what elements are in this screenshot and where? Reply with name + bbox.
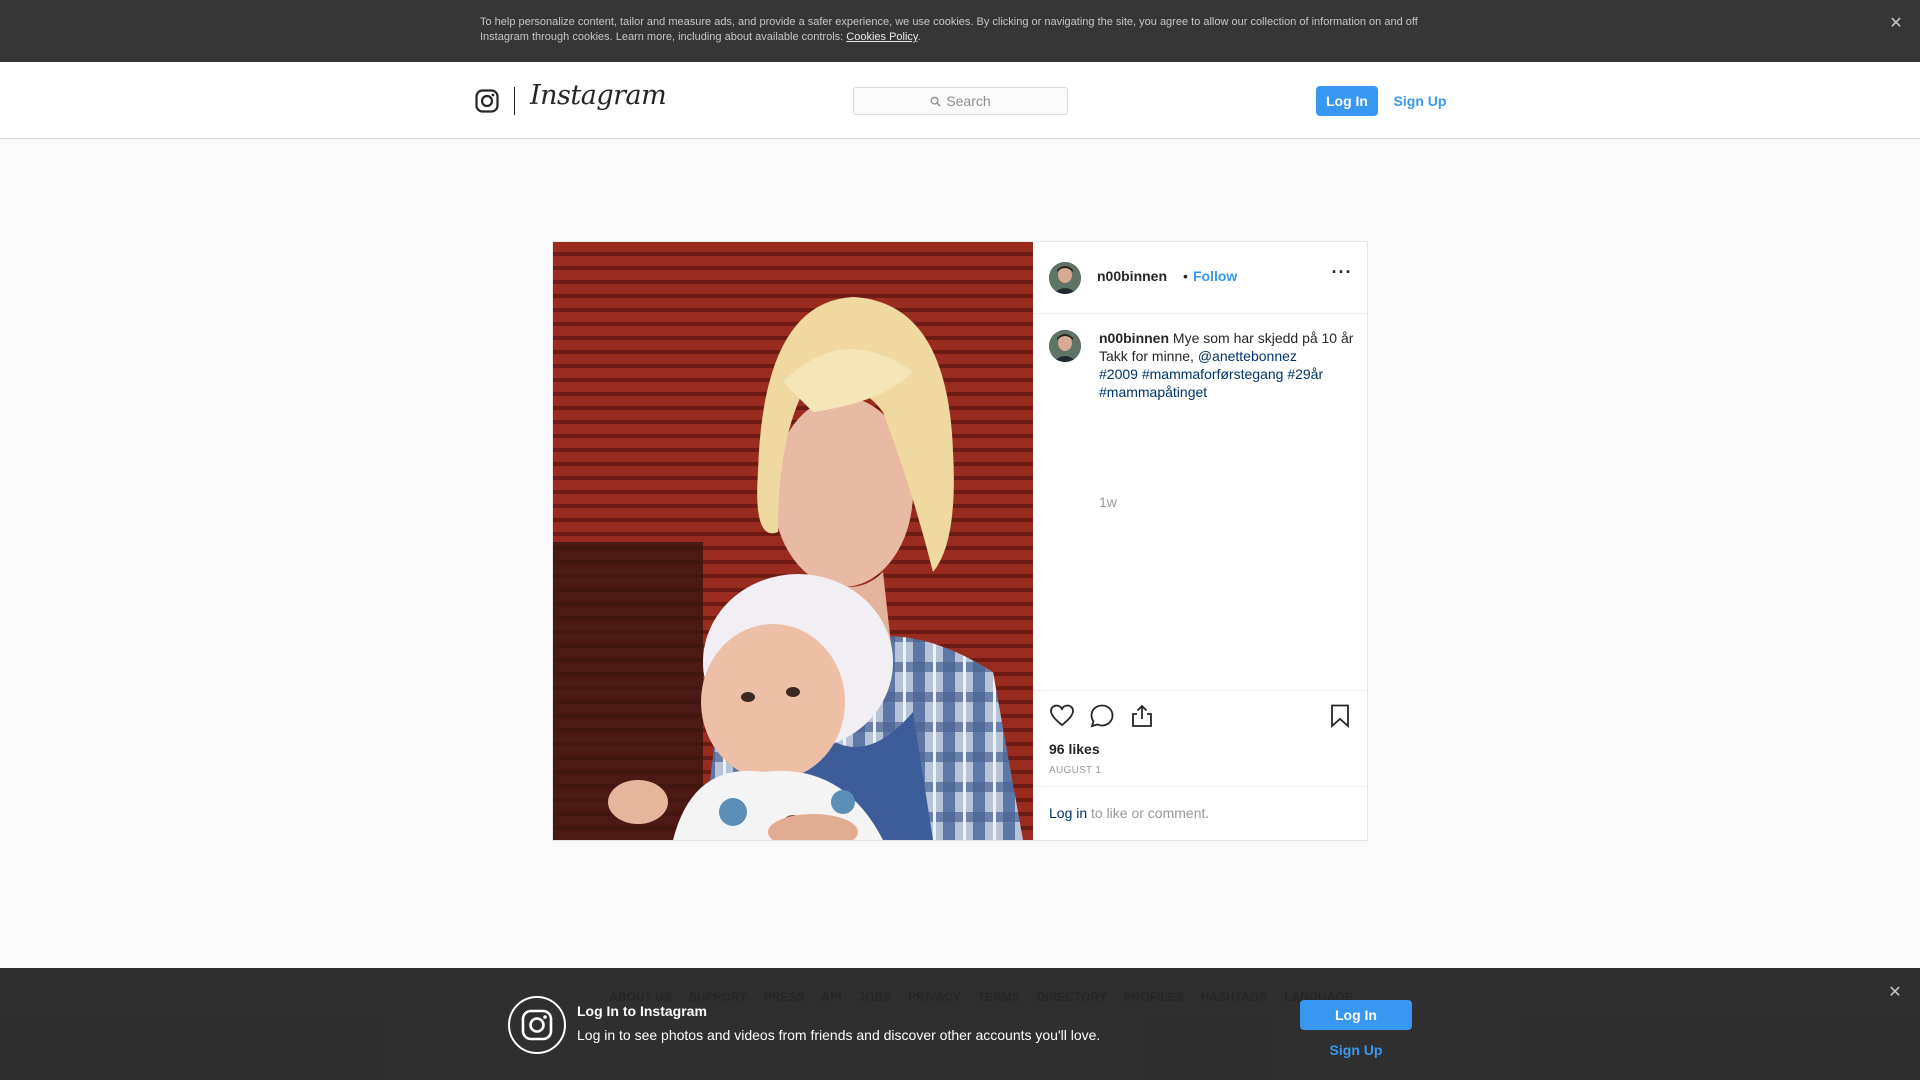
search-icon <box>930 96 941 107</box>
instagram-camera-glyph <box>521 1009 553 1041</box>
login-prompt-signup-button[interactable]: Sign Up <box>1300 1038 1412 1062</box>
footer-navigation: ABOUT US SUPPORT PRESS API JOBS PRIVACY … <box>0 990 1920 1010</box>
bookmark-icon <box>1331 704 1349 728</box>
hashtag[interactable]: #2009 <box>1099 366 1138 382</box>
more-options-button[interactable]: ··· <box>1331 263 1353 284</box>
comment-icon <box>1090 704 1114 728</box>
follow-button[interactable]: Follow <box>1193 268 1237 284</box>
likes-count[interactable]: 96 likes <box>1049 741 1100 757</box>
post-author-avatar[interactable] <box>1049 262 1081 294</box>
caption-author-avatar[interactable] <box>1049 330 1081 362</box>
top-navigation-bar: Instagram Search Log In Sign Up <box>0 62 1920 139</box>
cookie-banner-suffix: . <box>917 31 921 43</box>
instagram-camera-icon[interactable] <box>475 89 499 113</box>
footer-link-press[interactable]: PRESS <box>764 990 805 1010</box>
cookies-policy-link[interactable]: Cookies Policy <box>846 31 917 43</box>
post-header: n00binnen • Follow ··· <box>1033 242 1367 314</box>
header-divider <box>514 87 515 115</box>
post-photo-image <box>553 242 1033 840</box>
like-button[interactable] <box>1049 703 1075 729</box>
heart-icon <box>1050 704 1074 727</box>
save-button[interactable] <box>1327 703 1353 729</box>
instagram-wordmark-logo[interactable]: Instagram <box>530 80 667 111</box>
search-input[interactable]: Search <box>853 87 1068 115</box>
footer-link-privacy[interactable]: PRIVACY <box>908 990 960 1010</box>
post-actions: 96 likes AUGUST 1 <box>1033 690 1367 786</box>
footer-link-terms[interactable]: TERMS <box>978 990 1020 1010</box>
avatar-image <box>1049 330 1081 362</box>
post-caption: n00binnen Mye som har skjedd på 10 år Ta… <box>1099 329 1357 401</box>
search-placeholder: Search <box>946 93 991 109</box>
avatar-image <box>1049 262 1081 294</box>
cookie-banner-message: To help personalize content, tailor and … <box>480 16 1418 43</box>
post-author-username[interactable]: n00binnen <box>1097 268 1167 284</box>
instagram-camera-icon <box>508 996 566 1054</box>
post-date[interactable]: AUGUST 1 <box>1049 765 1101 776</box>
footer-link-profiles[interactable]: PROFILES <box>1124 990 1184 1010</box>
login-prompt-bar: ABOUT US SUPPORT PRESS API JOBS PRIVACY … <box>0 968 1920 1080</box>
post-photo[interactable] <box>553 242 1033 840</box>
footer-link-api[interactable]: API <box>822 990 842 1010</box>
hashtag[interactable]: #29år <box>1287 366 1323 382</box>
login-prompt-close-button[interactable]: ✕ <box>1885 983 1905 1003</box>
header-signup-button[interactable]: Sign Up <box>1388 86 1452 116</box>
comment-button[interactable] <box>1089 703 1115 729</box>
caption-time-ago[interactable]: 1w <box>1099 494 1117 510</box>
cookie-banner: To help personalize content, tailor and … <box>0 0 1920 62</box>
header-separator: • <box>1183 268 1188 284</box>
login-prompt-login-button[interactable]: Log In <box>1300 1000 1412 1030</box>
search-input-placeholder-group: Search <box>854 88 1067 114</box>
login-prompt-title: Log In to Instagram <box>577 1003 707 1019</box>
footer-link-hashtags[interactable]: HASHTAGS <box>1201 990 1267 1010</box>
cookie-banner-text: To help personalize content, tailor and … <box>480 15 1440 45</box>
hashtag[interactable]: #mammaforførstegang <box>1142 366 1284 382</box>
header-login-button[interactable]: Log In <box>1316 86 1378 116</box>
share-button[interactable] <box>1129 703 1155 729</box>
post-sidebar: n00binnen • Follow ··· n00binnen Mye som… <box>1033 242 1367 840</box>
caption-mention[interactable]: @anettebonnez <box>1198 348 1297 364</box>
login-to-comment-link[interactable]: Log in <box>1049 805 1087 821</box>
login-to-comment-row: Log in to like or comment. <box>1033 786 1367 840</box>
login-prompt-description: Log in to see photos and videos from fri… <box>577 1027 1101 1043</box>
caption-username[interactable]: n00binnen <box>1099 330 1169 346</box>
share-icon <box>1132 704 1152 727</box>
login-to-comment-text: to like or comment. <box>1091 805 1210 821</box>
footer-link-directory[interactable]: DIRECTORY <box>1037 990 1107 1010</box>
hashtag[interactable]: #mammapåtinget <box>1099 384 1207 400</box>
footer-link-jobs[interactable]: JOBS <box>859 990 892 1010</box>
cookie-banner-close-button[interactable]: ✕ <box>1886 14 1906 34</box>
post-card: n00binnen • Follow ··· n00binnen Mye som… <box>552 241 1368 841</box>
